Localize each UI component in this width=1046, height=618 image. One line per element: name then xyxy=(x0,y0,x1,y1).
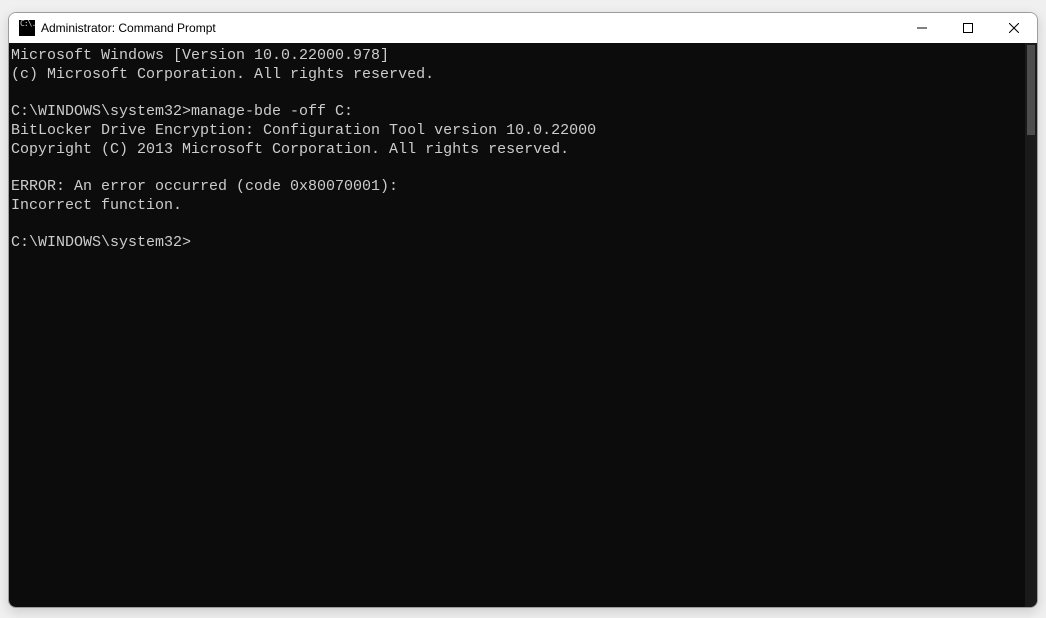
command-input: manage-bde -off C: xyxy=(191,103,353,120)
terminal-client-area: Microsoft Windows [Version 10.0.22000.97… xyxy=(9,43,1037,607)
cmd-icon: C:\. xyxy=(19,20,35,36)
close-button[interactable] xyxy=(991,13,1037,43)
output-error-line: Incorrect function. xyxy=(11,197,182,214)
minimize-button[interactable] xyxy=(899,13,945,43)
scrollbar-thumb[interactable] xyxy=(1027,45,1035,135)
window-titlebar[interactable]: C:\. Administrator: Command Prompt xyxy=(9,13,1037,43)
prompt-path: C:\WINDOWS\system32> xyxy=(11,103,191,120)
maximize-button[interactable] xyxy=(945,13,991,43)
output-line: BitLocker Drive Encryption: Configuratio… xyxy=(11,122,596,139)
output-error-line: ERROR: An error occurred (code 0x8007000… xyxy=(11,178,398,195)
cmd-icon-glyph: C:\. xyxy=(20,20,35,28)
prompt-path: C:\WINDOWS\system32> xyxy=(11,234,191,251)
output-line: (c) Microsoft Corporation. All rights re… xyxy=(11,66,434,83)
window-controls xyxy=(899,13,1037,43)
vertical-scrollbar[interactable] xyxy=(1025,43,1037,607)
maximize-icon xyxy=(963,23,973,33)
close-icon xyxy=(1009,23,1019,33)
terminal-output[interactable]: Microsoft Windows [Version 10.0.22000.97… xyxy=(9,43,1025,607)
window-title: Administrator: Command Prompt xyxy=(41,21,899,35)
minimize-icon xyxy=(917,23,927,33)
output-line: Copyright (C) 2013 Microsoft Corporation… xyxy=(11,141,569,158)
command-prompt-window: C:\. Administrator: Command Prompt Micro… xyxy=(8,12,1038,608)
output-line: Microsoft Windows [Version 10.0.22000.97… xyxy=(11,47,389,64)
